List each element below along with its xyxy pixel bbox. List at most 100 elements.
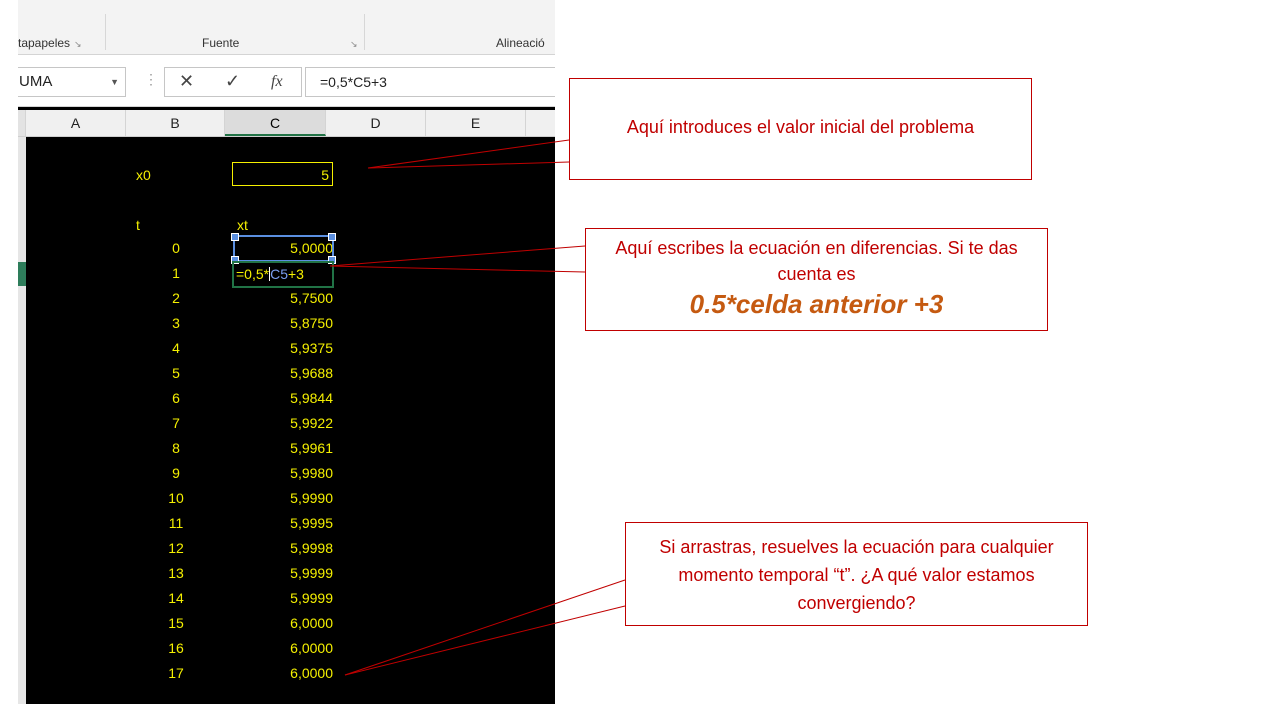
column-header-e[interactable]: E bbox=[426, 110, 526, 136]
xt-cell[interactable]: 5,9995 bbox=[233, 515, 333, 531]
font-launcher-icon[interactable]: ↘ bbox=[350, 39, 358, 49]
clipboard-launcher-icon[interactable]: ↘ bbox=[74, 39, 82, 49]
callout-initial-text: Aquí introduces el valor inicial del pro… bbox=[626, 117, 975, 137]
row-headers[interactable] bbox=[18, 137, 26, 704]
t-cell[interactable]: 8 bbox=[156, 440, 196, 456]
formula-bar: UMA ▼ ⋮ ✕ ✓ fx =0,5*C5+3 bbox=[18, 55, 555, 107]
t-cell[interactable]: 5 bbox=[156, 365, 196, 381]
ribbon-separator bbox=[364, 14, 365, 50]
table-row: 8 5,9961 bbox=[26, 437, 555, 462]
editing-suffix: +3 bbox=[288, 266, 304, 282]
t-cell[interactable]: 13 bbox=[156, 565, 196, 581]
column-header-a[interactable]: A bbox=[26, 110, 126, 136]
ribbon-separator bbox=[105, 14, 106, 50]
callout-equation-text: Aquí escribes la ecuación en diferencias… bbox=[615, 238, 1018, 284]
xt-cell[interactable]: 6,0000 bbox=[233, 615, 333, 631]
table-row: 10 5,9990 bbox=[26, 487, 555, 512]
xt-cell[interactable]: 5,9688 bbox=[233, 365, 333, 381]
table-row: 6 5,9844 bbox=[26, 387, 555, 412]
chevron-down-icon[interactable]: ▼ bbox=[110, 68, 119, 96]
resize-handle[interactable] bbox=[328, 233, 336, 241]
ribbon: tapapeles ↘ Fuente ↘ Alineació bbox=[18, 0, 555, 55]
alignment-group-label: Alineació bbox=[496, 36, 545, 50]
table-row: 16 6,0000 bbox=[26, 637, 555, 662]
t-cell[interactable]: 11 bbox=[156, 515, 196, 531]
xt-cell[interactable]: 5,9375 bbox=[233, 340, 333, 356]
t-header[interactable]: t bbox=[136, 217, 140, 233]
t-cell[interactable]: 6 bbox=[156, 390, 196, 406]
table-row: 15 6,0000 bbox=[26, 612, 555, 637]
t-cell[interactable]: 4 bbox=[156, 340, 196, 356]
drag-handle-icon[interactable]: ⋮ bbox=[144, 71, 158, 88]
t-cell[interactable]: 12 bbox=[156, 540, 196, 556]
xt-cell[interactable]: 5,9999 bbox=[233, 565, 333, 581]
worksheet-grid[interactable]: x0 5 t xt 0 5,0000 1 2 5,7500 3 5,8750 4 5,9375 5… bbox=[26, 137, 555, 704]
table-row: 4 5,9375 bbox=[26, 337, 555, 362]
xt-cell[interactable]: 5,9998 bbox=[233, 540, 333, 556]
t-cell[interactable]: 16 bbox=[156, 640, 196, 656]
table-row: 13 5,9999 bbox=[26, 562, 555, 587]
xt-cell[interactable]: 5,9922 bbox=[233, 415, 333, 431]
table-row: 7 5,9922 bbox=[26, 412, 555, 437]
xt-cell[interactable]: 5,9961 bbox=[233, 440, 333, 456]
enter-icon[interactable]: ✓ bbox=[225, 71, 240, 92]
xt-cell[interactable]: 5,8750 bbox=[233, 315, 333, 331]
xt-cell[interactable]: 5,7500 bbox=[233, 290, 333, 306]
table-row: 17 6,0000 bbox=[26, 662, 555, 687]
editing-reference: C5 bbox=[270, 266, 288, 282]
ribbon-group-clipboard[interactable]: tapapeles ↘ bbox=[18, 36, 82, 50]
xt-cell[interactable]: 5,9980 bbox=[233, 465, 333, 481]
font-group-label: Fuente bbox=[202, 36, 240, 50]
xt-header[interactable]: xt bbox=[237, 217, 248, 233]
xt-cell[interactable]: 5,9844 bbox=[233, 390, 333, 406]
table-row: 12 5,9998 bbox=[26, 537, 555, 562]
t-cell[interactable]: 2 bbox=[156, 290, 196, 306]
ribbon-group-font[interactable]: Fuente bbox=[202, 36, 239, 50]
callout-equation: Aquí escribes la ecuación en diferencias… bbox=[585, 228, 1048, 331]
name-box[interactable]: UMA ▼ bbox=[18, 67, 126, 97]
column-header-c[interactable]: C bbox=[225, 110, 326, 136]
select-all-corner[interactable] bbox=[18, 110, 26, 136]
ribbon-group-alignment[interactable]: Alineació bbox=[496, 36, 545, 50]
x0-label[interactable]: x0 bbox=[136, 167, 151, 183]
table-row: 11 5,9995 bbox=[26, 512, 555, 537]
xt-cell[interactable]: 6,0000 bbox=[233, 640, 333, 656]
excel-window: tapapeles ↘ Fuente ↘ Alineació UMA ▼ ⋮ ✕ … bbox=[18, 0, 555, 704]
xt-cell[interactable]: 5,9999 bbox=[233, 590, 333, 606]
table-row: 14 5,9999 bbox=[26, 587, 555, 612]
t-cell[interactable]: 17 bbox=[156, 665, 196, 681]
column-header-b[interactable]: B bbox=[126, 110, 225, 136]
table-row: 5 5,9688 bbox=[26, 362, 555, 387]
callout-drag-text: Si arrastras, resuelves la ecuación para… bbox=[659, 537, 1054, 613]
t-cell[interactable]: 15 bbox=[156, 615, 196, 631]
column-headers: A B C D E bbox=[18, 110, 555, 137]
t-cell[interactable]: 3 bbox=[156, 315, 196, 331]
x0-value-cell[interactable]: 5 bbox=[233, 167, 329, 183]
table-row: 2 5,7500 bbox=[26, 287, 555, 312]
formula-input[interactable]: =0,5*C5+3 bbox=[305, 67, 555, 97]
cancel-icon[interactable]: ✕ bbox=[179, 71, 194, 92]
column-header-d[interactable]: D bbox=[326, 110, 426, 136]
t-cell[interactable]: 10 bbox=[156, 490, 196, 506]
xt-cell[interactable]: 5,9990 bbox=[233, 490, 333, 506]
font-launcher[interactable]: ↘ bbox=[346, 36, 358, 50]
referenced-cell-highlight bbox=[231, 233, 336, 264]
t-cell[interactable]: 0 bbox=[156, 240, 196, 256]
active-cell-editor[interactable]: =0,5*C5+3 bbox=[236, 266, 304, 282]
callout-drag: Si arrastras, resuelves la ecuación para… bbox=[625, 522, 1088, 626]
t-cell[interactable]: 7 bbox=[156, 415, 196, 431]
insert-function-icon[interactable]: fx bbox=[271, 73, 283, 91]
formula-buttons: ✕ ✓ fx bbox=[164, 67, 302, 97]
t-cell[interactable]: 14 bbox=[156, 590, 196, 606]
xt-cell[interactable]: 6,0000 bbox=[233, 665, 333, 681]
callout-initial-value: Aquí introduces el valor inicial del pro… bbox=[569, 78, 1032, 180]
selected-row-indicator bbox=[18, 262, 26, 286]
callout-equation-emphasis: 0.5*celda anterior +3 bbox=[689, 289, 944, 319]
t-cell[interactable]: 9 bbox=[156, 465, 196, 481]
clipboard-group-label: tapapeles bbox=[18, 36, 71, 50]
table-row: 3 5,8750 bbox=[26, 312, 555, 337]
t-cell[interactable]: 1 bbox=[156, 265, 196, 281]
resize-handle[interactable] bbox=[231, 233, 239, 241]
editing-prefix: =0,5* bbox=[236, 266, 270, 282]
name-box-value: UMA bbox=[19, 73, 53, 90]
